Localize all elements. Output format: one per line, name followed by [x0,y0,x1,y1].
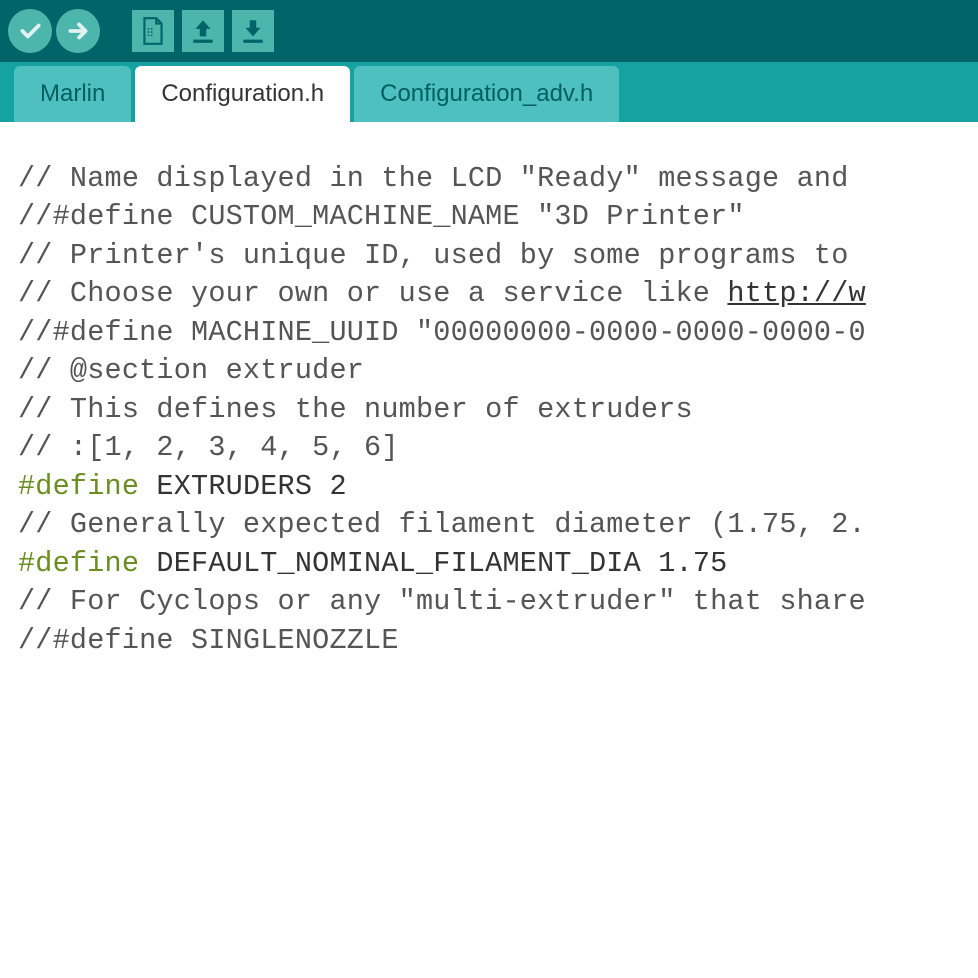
open-button[interactable] [182,10,224,52]
arrow-up-icon [190,17,216,45]
tab-marlin[interactable]: Marlin [14,66,131,122]
tab-configuration[interactable]: Configuration.h [135,66,350,122]
verify-button[interactable] [8,9,52,53]
upload-button[interactable] [56,9,100,53]
code-line: // This defines the number of extruders [18,391,968,429]
code-line: // @section extruder [18,352,968,390]
arrow-down-icon [240,17,266,45]
new-button[interactable] [132,10,174,52]
url-link: http://w [727,277,865,310]
code-line: // :[1, 2, 3, 4, 5, 6] [18,429,968,467]
code-line: //#define CUSTOM_MACHINE_NAME "3D Printe… [18,198,968,236]
code-line: #define DEFAULT_NOMINAL_FILAMENT_DIA 1.7… [18,545,968,583]
code-line: // Name displayed in the LCD "Ready" mes… [18,160,968,198]
code-line: //#define SINGLENOZZLE [18,622,968,660]
code-line: // Generally expected filament diameter … [18,506,968,544]
toolbar [0,0,978,62]
save-button[interactable] [232,10,274,52]
arrow-right-icon [65,18,91,44]
code-line: // Printer's unique ID, used by some pro… [18,237,968,275]
file-icon [140,16,166,46]
code-line: // For Cyclops or any "multi-extruder" t… [18,583,968,621]
code-line: // Choose your own or use a service like… [18,275,968,313]
check-icon [17,18,43,44]
code-line: #define EXTRUDERS 2 [18,468,968,506]
tab-configuration-adv[interactable]: Configuration_adv.h [354,66,619,122]
code-editor[interactable]: // Name displayed in the LCD "Ready" mes… [0,122,978,670]
code-line: //#define MACHINE_UUID "00000000-0000-00… [18,314,968,352]
tab-bar: Marlin Configuration.h Configuration_adv… [0,62,978,122]
